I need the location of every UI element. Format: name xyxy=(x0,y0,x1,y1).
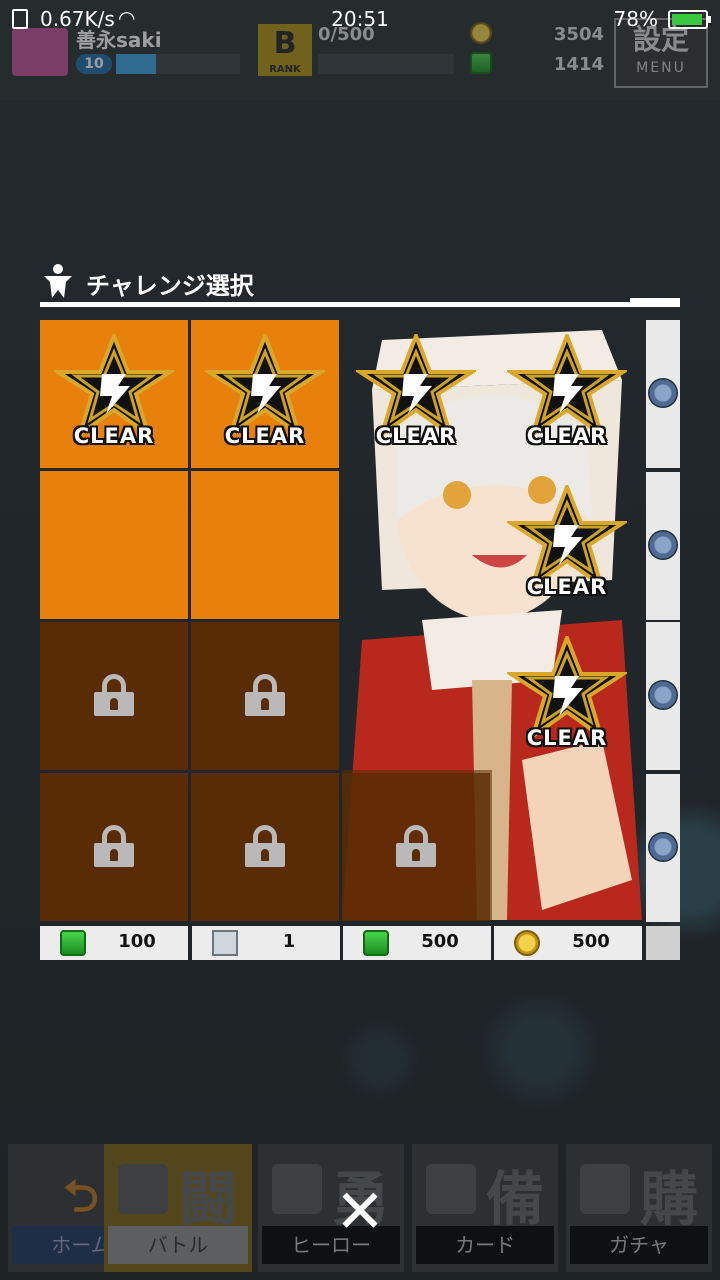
challenge-cell-r3c4[interactable]: CLEAR xyxy=(493,622,641,770)
hero-icon xyxy=(272,1164,322,1214)
level-badge: 10 xyxy=(76,54,112,74)
lock-icon xyxy=(94,825,134,867)
clear-label: CLEAR xyxy=(73,424,155,448)
battery-icon xyxy=(668,10,711,29)
gem-icon xyxy=(363,930,389,956)
clear-star-icon: CLEAR xyxy=(507,485,627,605)
clear-star-icon: CLEAR xyxy=(356,334,476,454)
card-icon xyxy=(426,1164,476,1214)
exp-progress-bar xyxy=(318,54,454,74)
gem-icon xyxy=(60,930,86,956)
column-reward-2[interactable]: 1 xyxy=(192,926,340,960)
challenge-heading: チャレンジ選択 xyxy=(40,262,680,308)
clear-star-icon: CLEAR xyxy=(507,334,627,454)
status-bar: 0.67K/s ◠ 20:51 78% xyxy=(0,0,720,38)
medal-icon xyxy=(648,680,678,710)
challenge-cell-r1c2[interactable]: CLEAR xyxy=(191,320,339,468)
nav-gacha[interactable]: 購 ガチャ xyxy=(566,1144,712,1272)
challenge-cell-r3c2 xyxy=(191,622,339,770)
clear-star-icon: CLEAR xyxy=(507,636,627,756)
challenge-cell-r4c1 xyxy=(40,773,188,921)
ticket-icon xyxy=(212,930,238,956)
gamepad-icon xyxy=(118,1164,168,1214)
clear-label: CLEAR xyxy=(526,424,608,448)
heading-underline-accent xyxy=(630,298,680,303)
column-reward-4[interactable]: 500 xyxy=(494,926,642,960)
coin-icon xyxy=(514,930,540,956)
column-reward-1[interactable]: 100 xyxy=(40,926,188,960)
medal-icon xyxy=(648,530,678,560)
column-rewards: 100 1 500 500 xyxy=(40,926,680,960)
battery-percent: 78% xyxy=(613,7,658,31)
lock-icon xyxy=(245,674,285,716)
clear-label: CLEAR xyxy=(526,726,608,750)
lock-icon xyxy=(245,825,285,867)
challenge-cell-r1c3[interactable]: CLEAR xyxy=(342,320,490,468)
medal-icon xyxy=(648,832,678,862)
challenge-cell-r2c3[interactable] xyxy=(342,471,490,619)
challenge-cell-r4c4[interactable] xyxy=(493,773,641,921)
row-reward-button-4[interactable] xyxy=(646,774,680,922)
row-reward-button-2[interactable] xyxy=(646,472,680,620)
clock: 20:51 xyxy=(331,7,389,31)
heading-underline xyxy=(40,302,680,307)
clear-star-icon: CLEAR xyxy=(54,334,174,454)
challenge-cell-r4c2 xyxy=(191,773,339,921)
gem-count: 1414 xyxy=(553,54,604,75)
nav-card[interactable]: 備 カード xyxy=(412,1144,558,1272)
nav-battle[interactable]: 闘 バトル xyxy=(104,1144,252,1272)
close-button[interactable]: ✕ xyxy=(328,1180,392,1244)
clear-label: CLEAR xyxy=(526,575,608,599)
challenge-grid: CLEAR CLEAR CLEAR CLEAR CLEAR CLEAR xyxy=(40,320,642,922)
row-reward-button-3[interactable] xyxy=(646,622,680,770)
clear-label: CLEAR xyxy=(224,424,306,448)
page-title: チャレンジ選択 xyxy=(86,272,254,300)
lock-icon xyxy=(396,825,436,867)
gem-icon xyxy=(470,52,492,74)
level-progress-bar xyxy=(116,54,240,74)
lock-icon xyxy=(94,674,134,716)
challenge-cell-r3c3[interactable] xyxy=(342,622,490,770)
row-reward-button-1[interactable] xyxy=(646,320,680,468)
corner-reward xyxy=(646,926,680,960)
challenge-cell-r1c4[interactable]: CLEAR xyxy=(493,320,641,468)
challenge-cell-r3c1 xyxy=(40,622,188,770)
clear-label: CLEAR xyxy=(375,424,457,448)
gacha-icon xyxy=(580,1164,630,1214)
challenge-cell-r4c3 xyxy=(342,773,490,921)
medal-icon xyxy=(648,378,678,408)
challenge-cell-r1c1[interactable]: CLEAR xyxy=(40,320,188,468)
challenge-cell-r2c4[interactable]: CLEAR xyxy=(493,471,641,619)
challenge-cell-r2c2[interactable] xyxy=(191,471,339,619)
clear-star-icon: CLEAR xyxy=(205,334,325,454)
challenge-cell-r2c1[interactable] xyxy=(40,471,188,619)
column-reward-3[interactable]: 500 xyxy=(343,926,491,960)
hero-icon xyxy=(40,262,76,300)
